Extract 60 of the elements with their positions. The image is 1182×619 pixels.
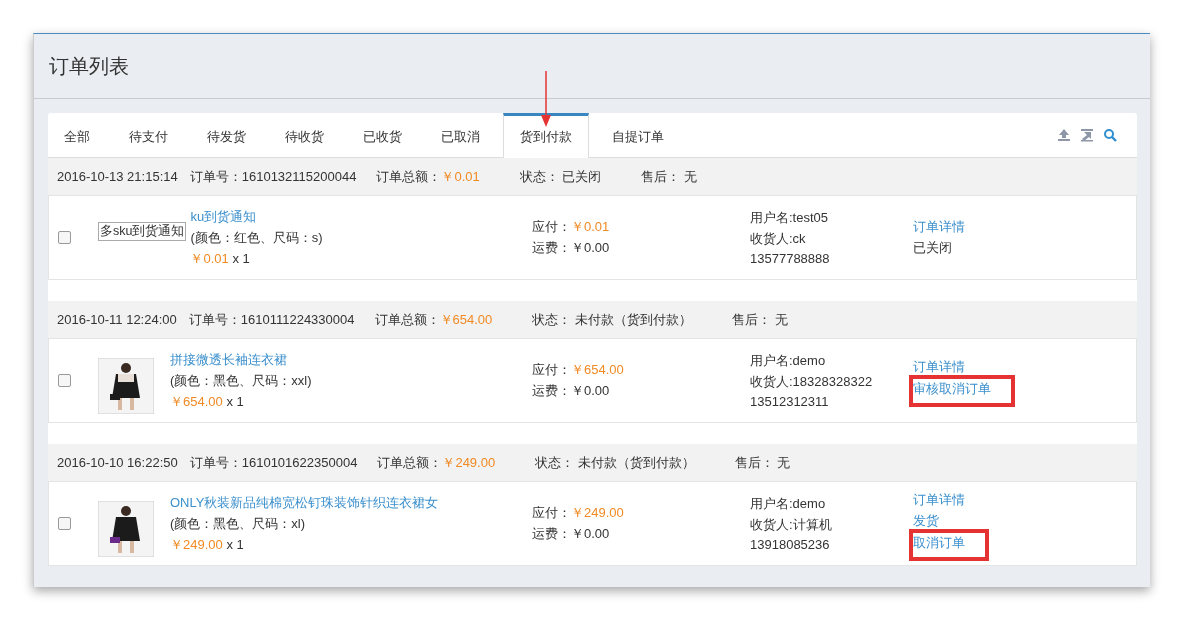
broken-image-alt-text: 多sku到货通知 bbox=[98, 221, 187, 241]
after-sale-status: 售后： 无 bbox=[731, 310, 788, 329]
product-spec: (颜色：黑色、尺码：xxl) bbox=[170, 371, 312, 390]
order-time: 2016-10-13 21:15:14 bbox=[57, 169, 178, 184]
order-time: 2016-10-10 16:22:50 bbox=[57, 455, 178, 470]
checkbox[interactable] bbox=[58, 517, 71, 530]
product-title-link[interactable]: ku到货通知 bbox=[190, 207, 257, 226]
tab[interactable]: 待收货 bbox=[269, 113, 340, 157]
username: 用户名:demo bbox=[750, 495, 827, 513]
action-link[interactable]: 订单详情 bbox=[913, 490, 965, 509]
export-icon[interactable] bbox=[1080, 128, 1094, 142]
order-number: 订单号：1610101622350004 bbox=[189, 453, 358, 472]
order-total: 订单总额：￥654.00 bbox=[374, 310, 493, 329]
action-link[interactable]: 发货 bbox=[913, 511, 939, 530]
action-link[interactable]: 订单详情 bbox=[913, 358, 965, 376]
username: 用户名:test05 bbox=[750, 209, 830, 227]
order-total: 订单总额：￥0.01 bbox=[376, 167, 480, 186]
tab[interactable]: 已收货 bbox=[347, 113, 418, 157]
payable-amount: 应付：￥0.01 bbox=[532, 218, 611, 236]
payable-amount: 应付：￥654.00 bbox=[532, 361, 625, 379]
product-price: ￥0.01 x 1 bbox=[190, 249, 250, 268]
phone-number: 13577788888 bbox=[750, 251, 831, 266]
receiver: 收货人:计算机 bbox=[750, 516, 833, 534]
tab[interactable]: 全部 bbox=[48, 113, 106, 157]
action-link[interactable]: 订单详情 bbox=[913, 218, 965, 236]
order-number: 订单号：1610111224330004 bbox=[188, 310, 355, 329]
order-status: 状态： 已关闭 bbox=[519, 167, 602, 186]
checkbox[interactable] bbox=[58, 374, 71, 387]
tab[interactable]: 货到付款 bbox=[503, 113, 589, 158]
after-sale-status: 售后： 无 bbox=[734, 453, 791, 472]
order-time: 2016-10-11 12:24:00 bbox=[57, 312, 177, 327]
order-state-text: 已关闭 bbox=[913, 239, 952, 257]
receiver: 收货人:ck bbox=[750, 230, 807, 248]
tab[interactable]: 已取消 bbox=[425, 113, 496, 157]
product-spec: (颜色：红色、尺码：s) bbox=[190, 228, 323, 247]
order-status: 状态： 未付款（货到付款） bbox=[535, 453, 695, 472]
phone-number: 13512312311 bbox=[750, 394, 830, 409]
product-title-link[interactable]: ONLY秋装新品纯棉宽松钉珠装饰针织连衣裙女 bbox=[170, 493, 439, 512]
tab[interactable]: 待支付 bbox=[113, 113, 184, 157]
product-price: ￥249.00 x 1 bbox=[170, 535, 244, 554]
tab[interactable]: 自提订单 bbox=[596, 113, 680, 157]
payable-amount: 应付：￥249.00 bbox=[532, 504, 625, 522]
phone-number: 13918085236 bbox=[750, 537, 831, 552]
product-title-link[interactable]: 拼接微透长袖连衣裙 bbox=[170, 350, 287, 369]
shipping-fee: 运费：￥0.00 bbox=[532, 382, 611, 400]
product-spec: (颜色：黑色、尺码：xl) bbox=[170, 514, 306, 533]
receiver: 收货人:18328328322 bbox=[750, 373, 874, 391]
upload-icon[interactable] bbox=[1057, 128, 1071, 142]
shipping-fee: 运费：￥0.00 bbox=[532, 525, 611, 543]
checkbox[interactable] bbox=[58, 231, 71, 244]
product-price: ￥654.00 x 1 bbox=[170, 392, 244, 411]
order-number: 订单号：1610132115200044 bbox=[189, 167, 357, 186]
shipping-fee: 运费：￥0.00 bbox=[532, 239, 611, 257]
username: 用户名:demo bbox=[750, 352, 827, 370]
after-sale-status: 售后： 无 bbox=[641, 167, 697, 186]
tab[interactable]: 待发货 bbox=[191, 113, 262, 157]
page-title: 订单列表 bbox=[49, 53, 129, 79]
order-total: 订单总额：￥249.00 bbox=[377, 453, 496, 472]
order-status: 状态： 未付款（货到付款） bbox=[532, 310, 692, 329]
search-icon[interactable] bbox=[1103, 128, 1117, 142]
